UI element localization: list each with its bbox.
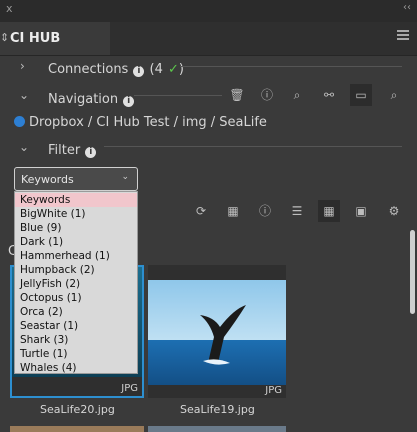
dropdown-option[interactable]: Shark (3) (15, 333, 137, 347)
list-view-icon[interactable]: ☰ (286, 200, 308, 222)
breadcrumb-path: Dropbox / CI Hub Test / img / SeaLife (29, 115, 267, 130)
hamburger-menu-icon[interactable] (397, 30, 409, 40)
search-icon[interactable]: ⌕ (383, 84, 405, 106)
filter-header[interactable]: Filter i (48, 139, 97, 158)
check-icon: ✓ (167, 62, 179, 77)
asset-filename: SeaLife19.jpg (180, 403, 255, 416)
info-icon[interactable]: i (85, 147, 97, 158)
whale-tail-thumbnail (148, 280, 286, 385)
dropdown-option[interactable]: JellyFish (2) (15, 277, 137, 291)
dropdown-option[interactable]: Whales (4) (15, 361, 137, 375)
chevron-down-icon[interactable]: ⌄ (19, 88, 29, 102)
asset-filename: SeaLife20.jpg (40, 403, 115, 416)
file-type-badge: JPG (265, 385, 282, 396)
navigation-label: Navigation (48, 92, 119, 107)
zoom-icon[interactable]: ⌕ (286, 84, 308, 106)
file-type-badge: JPG (121, 383, 138, 394)
keywords-select-value: Keywords (21, 173, 74, 186)
trash-icon[interactable]: 🗑 (226, 84, 248, 106)
asset-card-partial[interactable] (148, 426, 286, 432)
image-view-icon[interactable]: ▣ (350, 200, 372, 222)
chevron-down-icon[interactable]: ⌄ (19, 140, 29, 154)
divider (134, 95, 222, 96)
dropdown-option[interactable]: Octopus (1) (15, 291, 137, 305)
dropdown-option[interactable]: BigWhite (1) (15, 207, 137, 221)
connections-header[interactable]: Connections i (4 ✓) (48, 58, 184, 77)
connections-label: Connections (48, 62, 129, 77)
dropdown-option[interactable]: Humpback (2) (15, 263, 137, 277)
dropdown-option[interactable]: Keywords (15, 193, 137, 207)
info-icon[interactable]: i (123, 96, 135, 107)
gear-icon[interactable]: ⚙ (383, 200, 405, 222)
dropdown-option[interactable]: Hammerhead (1) (15, 249, 137, 263)
dropdown-option[interactable]: Blue (9) (15, 221, 137, 235)
info-box-icon[interactable]: ⓘ (254, 200, 276, 222)
keywords-dropdown-list: Keywords BigWhite (1) Blue (9) Dark (1) … (14, 191, 138, 374)
tab-ci-hub[interactable]: ⇕ CI HUB (0, 22, 110, 55)
info-icon[interactable]: i (133, 66, 145, 77)
close-window-button[interactable]: x (6, 2, 13, 15)
window-title-bar: x ‹‹ (0, 0, 417, 22)
dropdown-option[interactable]: Turtle (1) (15, 347, 137, 361)
grid-view-icon[interactable]: ▦ (318, 200, 340, 222)
dropbox-icon (14, 116, 25, 127)
asset-card[interactable]: JPG (148, 265, 286, 398)
collapse-panel-button[interactable]: ‹‹ (403, 2, 411, 13)
folder-icon[interactable]: ▭ (350, 84, 372, 106)
divider (104, 146, 402, 147)
breadcrumb[interactable]: Dropbox / CI Hub Test / img / SeaLife (14, 115, 267, 130)
link-icon[interactable]: ⚯ (318, 84, 340, 106)
keywords-select[interactable]: Keywords ⌄ (14, 167, 138, 191)
divider (180, 66, 402, 67)
info-box-icon[interactable]: ⓘ (256, 84, 278, 106)
tab-title: CI HUB (10, 31, 61, 46)
table-view-icon[interactable]: ▦ (222, 200, 244, 222)
connections-count: (4 (149, 62, 163, 77)
dropdown-option[interactable]: Orca (2) (15, 305, 137, 319)
chevron-right-icon[interactable]: › (20, 59, 25, 73)
dropdown-option[interactable]: Seastar (1) (15, 319, 137, 333)
chevron-down-icon: ⌄ (121, 172, 129, 182)
navigation-header[interactable]: Navigation i (48, 88, 135, 107)
connections-close-paren: ) (178, 62, 184, 77)
scrollbar-thumb[interactable] (410, 230, 415, 314)
filter-label: Filter (48, 143, 81, 158)
refresh-icon[interactable]: ⟳ (190, 200, 212, 222)
dropdown-option[interactable]: Dark (1) (15, 235, 137, 249)
asset-card-partial[interactable] (10, 426, 144, 432)
tab-reorder-icon: ⇕ (0, 31, 10, 44)
